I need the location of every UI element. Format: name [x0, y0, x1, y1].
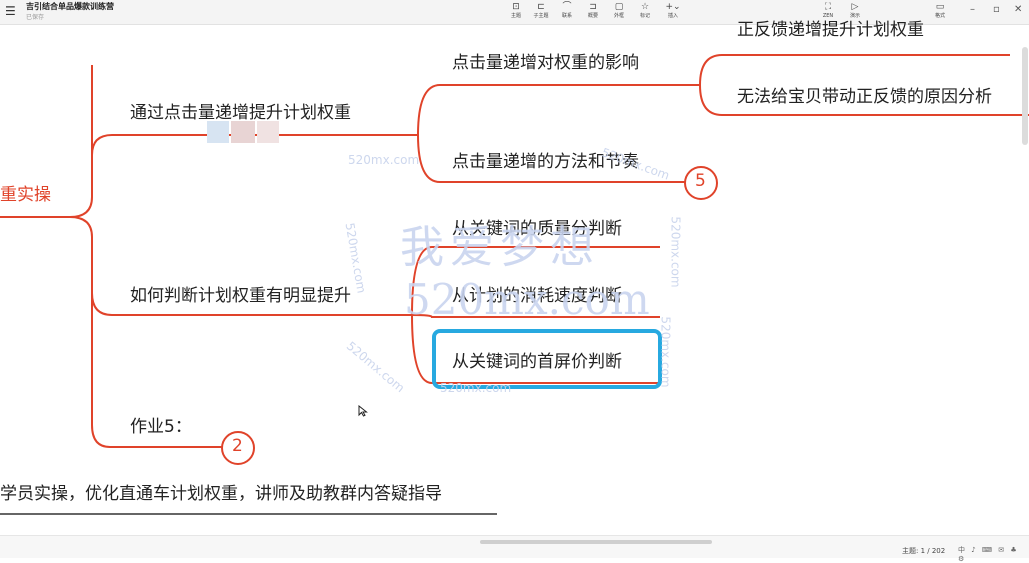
mindmap-canvas[interactable]: 重实操 通过点击量递增提升计划权重 如何判断计划权重有明显提升 作业5： 点击量…	[0, 20, 1029, 535]
summary-button[interactable]: ⊐ 概要	[580, 2, 606, 20]
close-icon[interactable]: ✕	[1014, 4, 1022, 15]
watermark-small-7: 520mx.com	[658, 316, 673, 388]
boundary-button[interactable]: ▢ 外框	[606, 2, 632, 20]
save-status: 已保存	[26, 14, 45, 21]
document-title: 吉引结合单品爆款训练营	[26, 2, 114, 11]
present-icon: ▷	[851, 2, 859, 12]
topic-click-weight-effect[interactable]: 点击量递增对权重的影响	[452, 48, 639, 73]
fold-badge-b3-count[interactable]: 2	[232, 436, 243, 456]
marker-icon: ☆	[640, 2, 650, 12]
branch-click-increment[interactable]: 通过点击量递增提升计划权重	[130, 98, 351, 123]
status-bar: 主题: 1 / 202 中 ♪ ⌨ ✉ ♣ ⚙	[0, 535, 1029, 563]
watermark-small-1: 520mx.com	[348, 153, 420, 167]
topic-first-screen-price[interactable]: 从关键词的首屏价判断	[452, 347, 622, 372]
topic-positive-feedback[interactable]: 正反馈递增提升计划权重	[737, 15, 924, 40]
root-topic[interactable]: 重实操	[0, 180, 51, 205]
mouse-cursor-icon	[358, 405, 368, 417]
topic-icon: ⊡	[512, 2, 520, 12]
relation-button[interactable]: ⌒ 联系	[554, 2, 580, 20]
watermark-small-4: 520mx.com	[668, 216, 683, 288]
restore-icon[interactable]: ▫	[993, 4, 1000, 15]
topic-button[interactable]: ⊡ 主题	[503, 2, 529, 20]
summary-icon: ⊐	[589, 2, 597, 12]
topic-no-feedback-analysis[interactable]: 无法给宝贝带动正反馈的原因分析	[737, 82, 992, 107]
topic-homework-detail[interactable]: 学员实操，优化直通车计划权重，讲师及助教群内答疑指导	[0, 479, 442, 504]
boundary-icon: ▢	[614, 2, 624, 12]
minimize-icon[interactable]: –	[970, 4, 975, 15]
format-icon: ▭	[935, 2, 945, 12]
marker-button[interactable]: ☆ 标记	[632, 2, 658, 20]
topic-counter: 主题: 1 / 202	[902, 547, 946, 555]
subtopic-button[interactable]: ⊏ 子主题	[528, 2, 554, 20]
format-button[interactable]: ▭ 格式	[927, 2, 953, 20]
blurred-image	[207, 121, 279, 143]
zen-icon: ⛶	[824, 2, 832, 12]
system-tray-icons: 中 ♪ ⌨ ✉ ♣ ⚙	[958, 546, 1019, 563]
insert-button[interactable]: +⌄ 插入	[660, 2, 686, 20]
watermark-large-en: 520mx.com	[404, 275, 650, 324]
watermark-large-cn: 我爱梦想	[400, 222, 600, 273]
branch-homework[interactable]: 作业5：	[130, 412, 192, 437]
watermark-small-6: 520mx.com	[440, 381, 512, 395]
vertical-scrollbar[interactable]	[1022, 47, 1028, 145]
relation-icon: ⌒	[562, 2, 572, 12]
hamburger-icon[interactable]: ☰	[5, 4, 16, 18]
insert-icon: +⌄	[665, 2, 681, 12]
fold-badge-c1-count[interactable]: 5	[695, 171, 706, 191]
horizontal-scrollbar[interactable]	[480, 540, 712, 544]
branch-weight-judgement[interactable]: 如何判断计划权重有明显提升	[130, 281, 351, 306]
subtopic-icon: ⊏	[537, 2, 545, 12]
